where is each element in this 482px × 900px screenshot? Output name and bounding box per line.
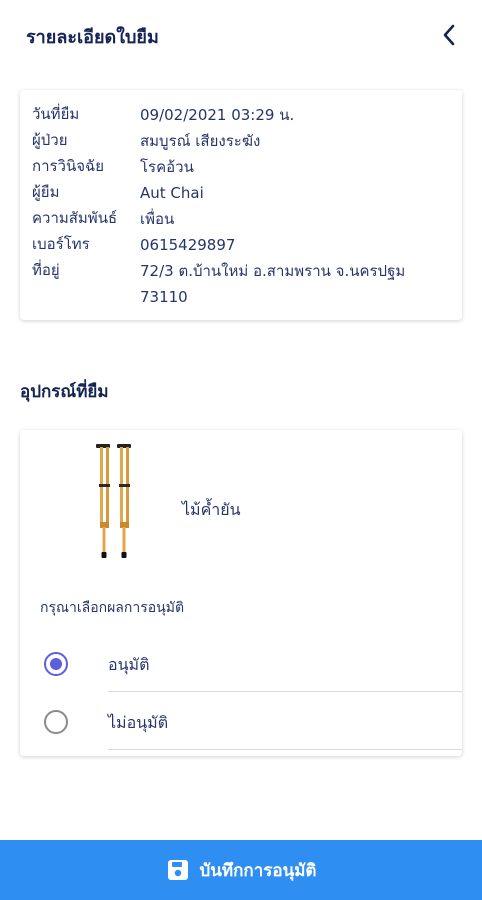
info-row-diagnosis: การวินิจฉัย โรคอ้วน: [32, 154, 440, 180]
save-button-label: บันทึกการอนุมัติ: [199, 860, 317, 881]
info-row-borrow-date: วันที่ยืม 09/02/2021 03:29 น.: [32, 102, 440, 128]
info-label: วันที่ยืม: [32, 105, 80, 123]
radio-checked-icon[interactable]: [44, 652, 68, 676]
approval-prompt: กรุณาเลือกผลการอนุมัติ: [40, 600, 185, 616]
save-approval-button[interactable]: บันทึกการอนุมัติ: [0, 840, 482, 900]
loan-info-card: วันที่ยืม 09/02/2021 03:29 น. ผู้ป่วย สม…: [20, 90, 462, 320]
back-button[interactable]: [434, 20, 464, 50]
info-value: Aut Chai: [140, 184, 204, 202]
info-value: โรคอ้วน: [140, 158, 194, 176]
info-value: 72/3 ต.บ้านใหม่ อ.สามพราน จ.นครปฐม 73110: [140, 262, 406, 306]
chevron-left-icon: [443, 24, 455, 46]
crutches-image: [96, 444, 131, 558]
info-label: ที่อยู่: [32, 261, 60, 279]
info-label: ความสัมพันธ์: [32, 209, 118, 227]
info-row-phone: เบอร์โทร 0615429897: [32, 232, 440, 258]
info-row-patient: ผู้ป่วย สมบูรณ์ เสียงระฆัง: [32, 128, 440, 154]
save-icon: [167, 860, 188, 880]
equipment-card: ไม้ค้ำยัน กรุณาเลือกผลการอนุมัติ อนุมัติ…: [20, 430, 462, 756]
info-label: การวินิจฉัย: [32, 157, 105, 175]
radio-unchecked-icon[interactable]: [44, 710, 68, 734]
info-value: 09/02/2021 03:29 น.: [140, 106, 295, 124]
option-reject[interactable]: ไม่อนุมัติ: [20, 692, 462, 750]
info-row-address: ที่อยู่ 72/3 ต.บ้านใหม่ อ.สามพราน จ.นครป…: [32, 258, 440, 310]
divider: [108, 749, 462, 750]
option-approve[interactable]: อนุมัติ: [20, 634, 462, 692]
info-label: ผู้ยืม: [32, 183, 60, 201]
info-value: 0615429897: [140, 236, 236, 254]
header: รายละเอียดใบยืม: [0, 0, 482, 70]
equipment-name: ไม้ค้ำยัน: [182, 500, 241, 519]
info-row-relationship: ความสัมพันธ์ เพื่อน: [32, 206, 440, 232]
page-title: รายละเอียดใบยืม: [26, 27, 159, 48]
info-value: สมบูรณ์ เสียงระฆัง: [140, 132, 261, 150]
equipment-section-title: อุปกรณ์ที่ยืม: [20, 382, 109, 402]
option-label: ไม่อนุมัติ: [108, 713, 169, 732]
info-label: ผู้ป่วย: [32, 131, 68, 149]
info-value: เพื่อน: [140, 210, 175, 228]
option-label: อนุมัติ: [108, 655, 150, 674]
info-label: เบอร์โทร: [32, 235, 90, 253]
info-row-borrower: ผู้ยืม Aut Chai: [32, 180, 440, 206]
